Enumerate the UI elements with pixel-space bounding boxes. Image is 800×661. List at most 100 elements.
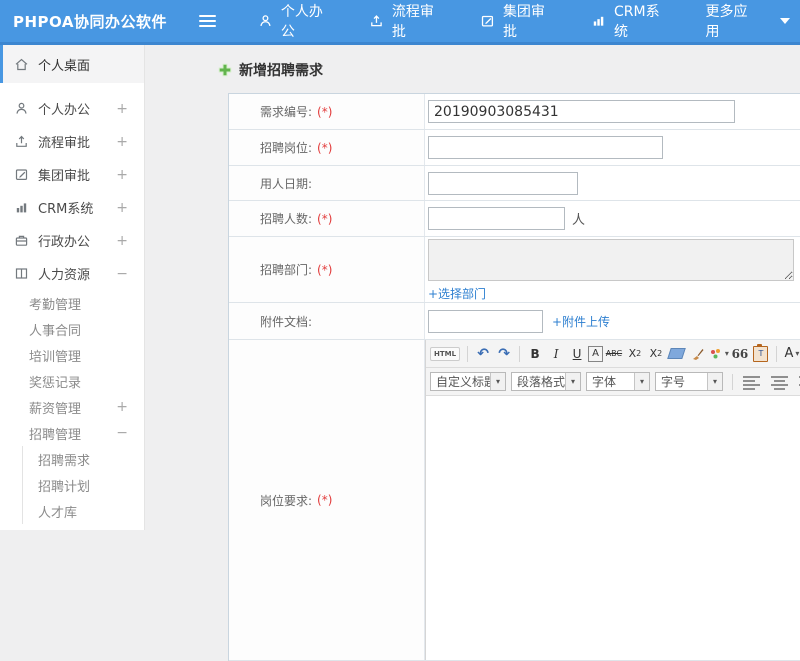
top-nav-label: CRM系统 bbox=[613, 4, 660, 40]
field-label: 用人日期: bbox=[229, 166, 425, 200]
sidebar-item-hr[interactable]: 人力资源 − bbox=[0, 257, 144, 290]
html-source-button[interactable]: HTML bbox=[430, 346, 461, 361]
top-nav-label: 集团审批 bbox=[502, 4, 545, 40]
sidebar-item-crm[interactable]: CRM系统 + bbox=[0, 191, 144, 224]
caret-down-icon: ▾ bbox=[707, 373, 722, 390]
menu-toggle-icon[interactable] bbox=[195, 8, 220, 34]
sidebar-item-personal-office[interactable]: 个人办公 + bbox=[0, 92, 144, 125]
top-nav-group-approval[interactable]: 集团审批 bbox=[462, 0, 573, 42]
sidebar-item-label: 招聘计划 bbox=[38, 479, 91, 495]
demand-no-input[interactable] bbox=[428, 100, 735, 123]
position-input[interactable] bbox=[428, 136, 663, 159]
book-icon bbox=[15, 268, 28, 279]
required-mark: (*) bbox=[317, 140, 333, 155]
page-title: 新增招聘需求 bbox=[218, 60, 323, 80]
align-left-icon[interactable] bbox=[743, 376, 760, 390]
underline-button[interactable]: U bbox=[567, 344, 587, 364]
top-nav-crm[interactable]: CRM系统 bbox=[573, 0, 687, 42]
sidebar-item-salary[interactable]: 薪资管理 + bbox=[0, 394, 144, 420]
sidebar-item-attendance[interactable]: 考勤管理 bbox=[0, 290, 144, 316]
eraser-icon[interactable] bbox=[667, 344, 687, 364]
font-style-box-button[interactable]: A bbox=[588, 345, 603, 362]
strikethrough-button[interactable]: ABC bbox=[604, 344, 624, 364]
expand-plus-icon[interactable]: + bbox=[116, 200, 128, 216]
top-nav-label: 个人办公 bbox=[280, 4, 323, 40]
field-label: 招聘岗位: (*) bbox=[229, 130, 425, 165]
undo-icon[interactable]: ↶ bbox=[473, 344, 493, 364]
form-row-demand-no: 需求编号: (*) bbox=[229, 94, 800, 130]
sidebar-item-admin-office[interactable]: 行政办公 + bbox=[0, 224, 144, 257]
top-nav-label: 流程审批 bbox=[391, 4, 434, 40]
sidebar-item-process-approval[interactable]: 流程审批 + bbox=[0, 125, 144, 158]
sidebar-item-hr-contract[interactable]: 人事合同 bbox=[0, 316, 144, 342]
sidebar-item-label: 招聘需求 bbox=[38, 453, 91, 469]
editor-content-area[interactable] bbox=[426, 396, 800, 660]
sidebar-item-talent-pool[interactable]: 人才库 bbox=[23, 498, 144, 524]
expand-plus-icon[interactable]: + bbox=[116, 134, 128, 150]
user-icon bbox=[16, 102, 27, 114]
headcount-input[interactable] bbox=[428, 207, 565, 230]
home-icon bbox=[15, 58, 28, 70]
sidebar-item-group-approval[interactable]: 集团审批 + bbox=[0, 158, 144, 191]
color-dots-icon[interactable]: ▾ bbox=[709, 344, 729, 364]
sidebar-item-recruit-demand[interactable]: 招聘需求 bbox=[23, 446, 144, 472]
department-textarea[interactable] bbox=[428, 239, 794, 281]
form-row-attachment: 附件文档: +附件上传 bbox=[229, 303, 800, 340]
expand-plus-icon[interactable]: + bbox=[116, 101, 128, 117]
collapse-minus-icon[interactable]: − bbox=[116, 425, 128, 441]
format-brush-icon[interactable] bbox=[688, 344, 708, 364]
field-label: 附件文档: bbox=[229, 303, 425, 339]
field-label: 招聘部门: (*) bbox=[229, 237, 425, 302]
top-nav-label: 更多应用 bbox=[705, 4, 748, 40]
editor-toolbar-row2: 自定义标题 ▾ 段落格式 ▾ 字体 ▾ 字号 ▾ bbox=[426, 368, 800, 396]
font-size-select[interactable]: 字号 ▾ bbox=[655, 372, 723, 391]
sidebar-item-recruit-plan[interactable]: 招聘计划 bbox=[23, 472, 144, 498]
paragraph-format-select[interactable]: 段落格式 ▾ bbox=[511, 372, 581, 391]
process-approval-icon bbox=[371, 15, 382, 27]
sidebar-item-label: 个人桌面 bbox=[38, 58, 91, 74]
caret-down-icon: ▾ bbox=[490, 373, 505, 390]
top-nav-more-apps[interactable]: 更多应用 bbox=[687, 0, 776, 42]
font-color-button[interactable]: A ▾ bbox=[782, 344, 800, 364]
attachment-upload-link[interactable]: +附件上传 bbox=[552, 313, 610, 330]
page-title-text: 新增招聘需求 bbox=[239, 63, 323, 79]
sidebar-item-label: 薪资管理 bbox=[29, 401, 82, 417]
sidebar-item-rewards[interactable]: 奖惩记录 bbox=[0, 368, 144, 394]
sidebar-item-desktop[interactable]: 个人桌面 bbox=[0, 45, 144, 83]
sidebar-item-label: 集团审批 bbox=[38, 169, 91, 184]
field-label-text: 岗位要求: bbox=[260, 493, 313, 508]
redo-icon[interactable]: ↷ bbox=[494, 344, 514, 364]
expand-plus-icon[interactable]: + bbox=[116, 233, 128, 249]
top-nav-process-approval[interactable]: 流程审批 bbox=[351, 0, 462, 42]
hire-date-input[interactable] bbox=[428, 171, 578, 195]
select-value: 字体 bbox=[592, 375, 617, 389]
more-apps-dropdown[interactable] bbox=[776, 0, 800, 42]
top-nav-personal-office[interactable]: 个人办公 bbox=[240, 0, 351, 42]
sidebar-item-label: 流程审批 bbox=[38, 136, 91, 151]
user-icon bbox=[260, 15, 271, 27]
form-row-department: 招聘部门: (*) +选择部门 bbox=[229, 237, 800, 303]
field-label-text: 招聘部门: bbox=[260, 263, 313, 277]
bold-button[interactable]: B bbox=[525, 344, 545, 364]
select-department-link[interactable]: +选择部门 bbox=[428, 285, 486, 302]
superscript-button[interactable]: X2 bbox=[625, 344, 645, 364]
sidebar-item-label: 个人办公 bbox=[38, 103, 91, 118]
font-family-select[interactable]: 字体 ▾ bbox=[586, 372, 650, 391]
expand-plus-icon[interactable]: + bbox=[116, 167, 128, 183]
caret-down-icon: ▾ bbox=[795, 349, 800, 358]
attachment-input[interactable] bbox=[428, 309, 543, 333]
italic-button[interactable]: I bbox=[546, 344, 566, 364]
sidebar-item-recruit-mgmt[interactable]: 招聘管理 − bbox=[0, 420, 144, 446]
sidebar-item-label: 人事合同 bbox=[29, 323, 82, 339]
align-center-icon[interactable] bbox=[771, 376, 788, 390]
sidebar-item-training[interactable]: 培训管理 bbox=[0, 342, 144, 368]
subscript-button[interactable]: X2 bbox=[646, 344, 666, 364]
select-value: 自定义标题 bbox=[436, 375, 490, 389]
field-label: 招聘人数: (*) bbox=[229, 201, 425, 236]
collapse-minus-icon[interactable]: − bbox=[116, 266, 128, 282]
blockquote-button[interactable]: 66 bbox=[730, 344, 750, 364]
form-row-headcount: 招聘人数: (*) 人 bbox=[229, 201, 800, 237]
paste-clipboard-icon[interactable]: T bbox=[751, 343, 771, 364]
custom-heading-select[interactable]: 自定义标题 ▾ bbox=[430, 372, 506, 391]
expand-plus-icon[interactable]: + bbox=[116, 399, 128, 415]
